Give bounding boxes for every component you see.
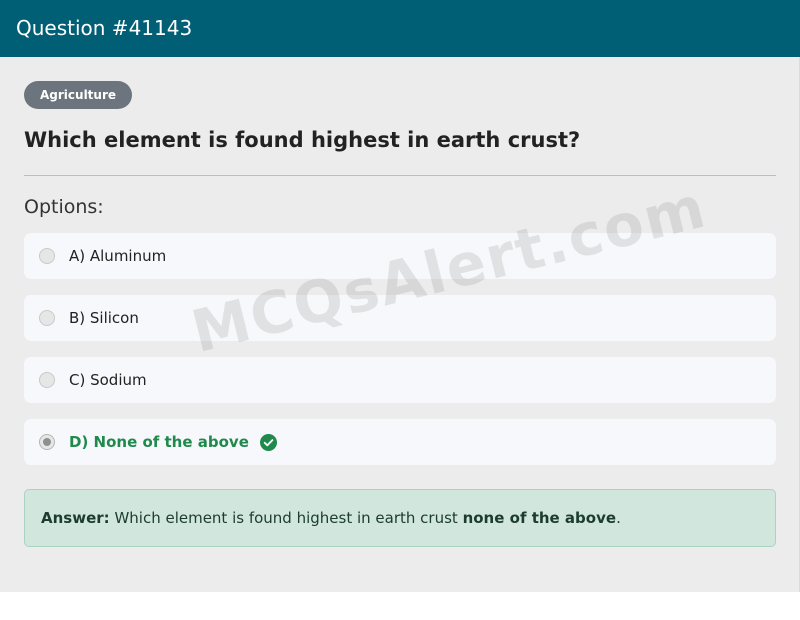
question-header: Question #41143 [0,0,800,57]
option-d[interactable]: D) None of the above [24,419,776,465]
answer-text: Which element is found highest in earth … [114,509,458,527]
option-d-label: D) None of the above [69,433,249,451]
option-b[interactable]: B) Silicon [24,295,776,341]
option-d-radio[interactable] [39,434,55,450]
question-body: Agriculture Which element is found highe… [6,57,794,592]
check-circle-icon [259,433,277,451]
option-c-label: C) Sodium [69,371,147,389]
answer-box: Answer: Which element is found highest i… [24,489,776,547]
option-a-label: A) Aluminum [69,247,167,265]
option-c-radio[interactable] [39,372,55,388]
options-heading: Options: [24,196,104,218]
question-card: Question #41143 Agriculture Which elemen… [0,0,800,592]
question-text: Which element is found highest in earth … [24,128,581,152]
question-number: Question #41143 [16,16,193,40]
option-b-radio[interactable] [39,310,55,326]
option-b-label: B) Silicon [69,309,139,327]
option-c[interactable]: C) Sodium [24,357,776,403]
option-a-radio[interactable] [39,248,55,264]
option-a[interactable]: A) Aluminum [24,233,776,279]
answer-prefix: Answer: [41,509,110,527]
answer-highlight: none of the above [462,509,617,527]
category-badge[interactable]: Agriculture [24,81,133,109]
divider [24,175,776,176]
answer-suffix: . [616,509,621,527]
